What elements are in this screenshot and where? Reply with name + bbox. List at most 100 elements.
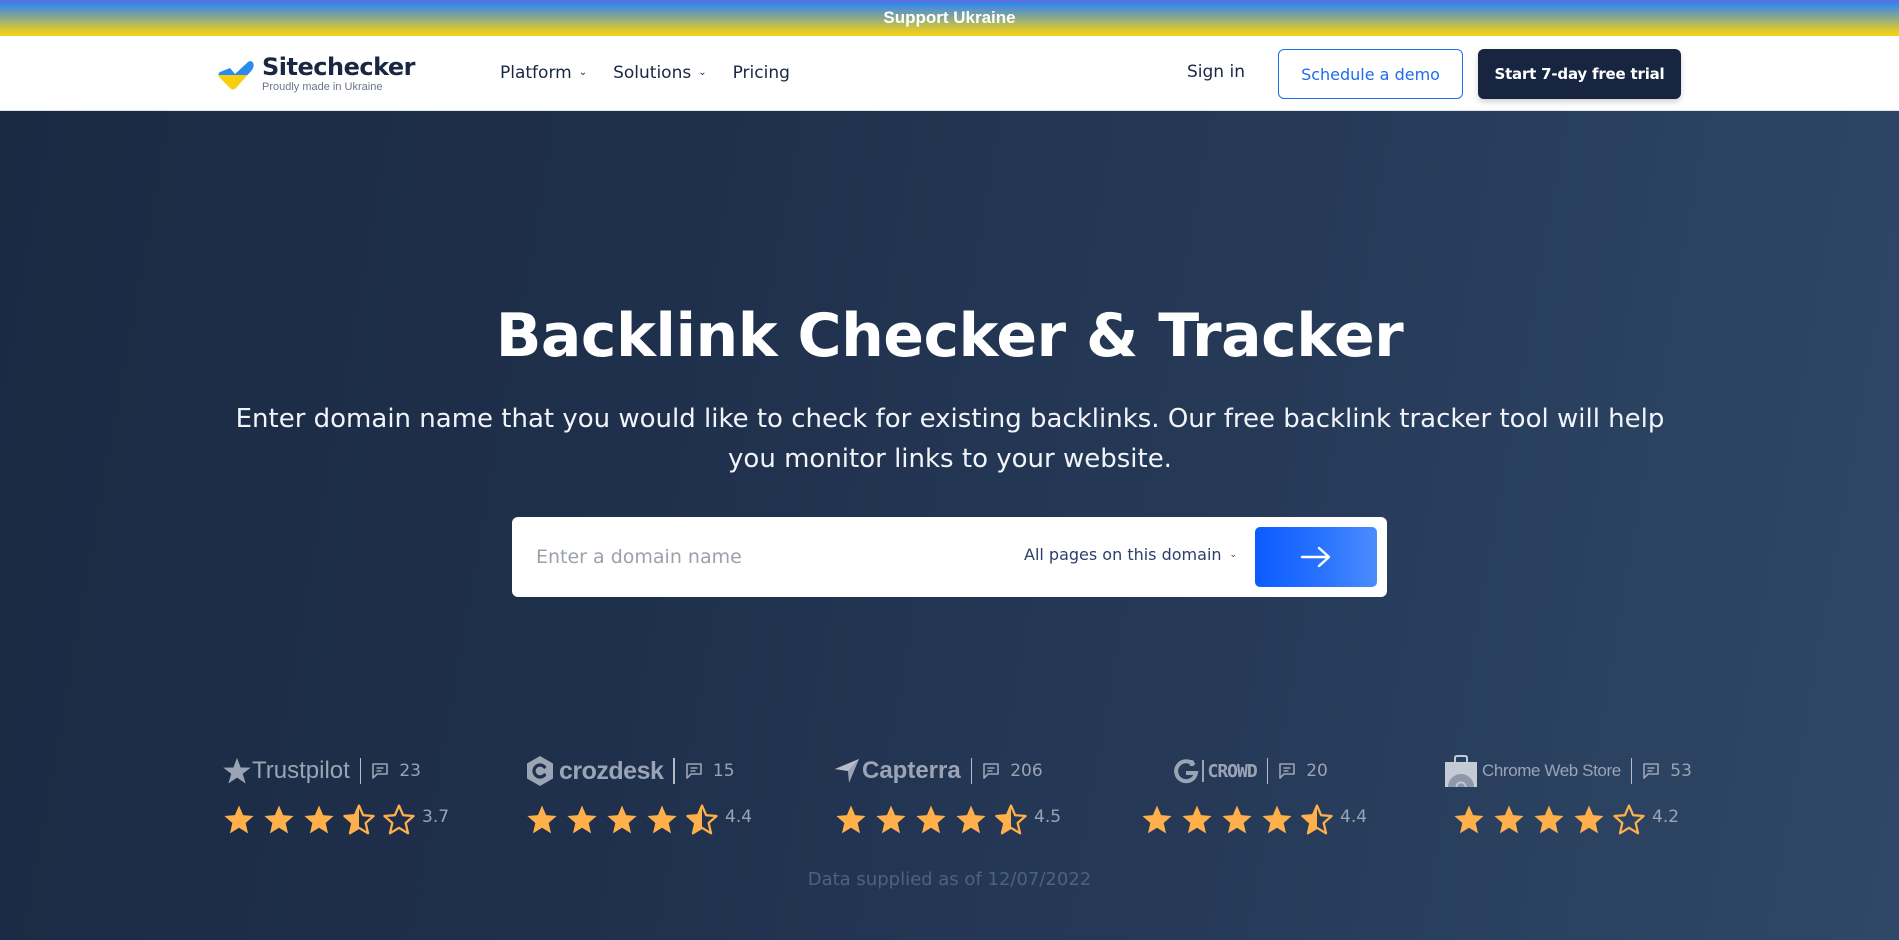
- arrow-right-icon: [1300, 546, 1331, 568]
- logo-name: Sitechecker: [262, 53, 416, 81]
- ratings-section: Trustpilot 23 3.7 crozdesk 15 4.4 Capter…: [0, 751, 1899, 861]
- nav-platform-label: Platform: [500, 63, 572, 83]
- brand-name: crozdesk: [559, 756, 664, 785]
- rating-score: 3.7: [422, 807, 450, 827]
- rating-capterra: Capterra 206 4.5: [834, 751, 1094, 861]
- sitechecker-logo[interactable]: Sitechecker Proudly made in Ukraine: [218, 53, 416, 93]
- brand-name: Trustpilot: [252, 757, 350, 784]
- nav-platform[interactable]: Platform ⌄: [500, 61, 587, 85]
- nav-pricing[interactable]: Pricing: [733, 61, 790, 85]
- star-full-icon: [647, 805, 677, 834]
- brand-name: Chrome Web Store: [1482, 761, 1621, 780]
- rating-trustpilot: Trustpilot 23 3.7: [222, 751, 482, 861]
- review-count-value: 53: [1670, 761, 1692, 781]
- data-supplied-note: Data supplied as of 12/07/2022: [807, 869, 1092, 890]
- trustpilot-star-icon: [223, 757, 251, 784]
- domain-search-form: All pages on this domain ⌄: [512, 517, 1387, 597]
- star-full-icon: [836, 805, 866, 834]
- star-empty-icon: [1613, 804, 1645, 835]
- star-full-icon: [876, 805, 906, 834]
- review-count[interactable]: 53: [1642, 761, 1692, 781]
- star-half-icon: [995, 804, 1027, 835]
- chevron-down-icon: ⌄: [578, 66, 588, 78]
- star-full-icon: [1494, 805, 1524, 834]
- review-count[interactable]: 206: [982, 761, 1043, 781]
- nav-solutions-label: Solutions: [613, 63, 692, 83]
- g2-crowd-link[interactable]: 2 CROWD: [1172, 757, 1258, 785]
- crozdesk-link[interactable]: crozdesk: [525, 755, 664, 787]
- page-title: Backlink Checker & Tracker: [495, 301, 1404, 371]
- hero-subtitle: Enter domain name that you would like to…: [235, 404, 1665, 474]
- review-count-value: 23: [399, 761, 421, 781]
- scope-selected-label: All pages on this domain: [1024, 545, 1222, 564]
- chrome-web-store-icon: [1445, 755, 1477, 787]
- rating-score: 4.5: [1034, 807, 1062, 827]
- star-full-icon: [1222, 805, 1252, 834]
- star-full-icon: [1182, 805, 1212, 834]
- star-full-icon: [607, 805, 637, 834]
- divider: [1630, 758, 1633, 784]
- capterra-link[interactable]: Capterra: [834, 757, 961, 785]
- svg-text:2: 2: [1189, 759, 1195, 768]
- search-submit-button[interactable]: [1255, 527, 1377, 587]
- star-rating: 3.7: [222, 803, 449, 837]
- main-nav: Platform ⌄ Solutions ⌄ Pricing: [500, 61, 816, 85]
- star-full-icon: [1534, 805, 1564, 834]
- star-full-icon: [1454, 805, 1484, 834]
- hero-section: Backlink Checker & Tracker Enter domain …: [0, 111, 1899, 940]
- trustpilot-link[interactable]: Trustpilot: [222, 756, 350, 786]
- rating-score: 4.2: [1652, 807, 1680, 827]
- star-full-icon: [567, 805, 597, 834]
- rating-g2-crowd: 2 CROWD 20 4.4: [1140, 751, 1400, 861]
- star-full-icon: [1574, 805, 1604, 834]
- star-full-icon: [956, 805, 986, 834]
- domain-input[interactable]: [536, 539, 976, 575]
- divider: [1266, 758, 1269, 784]
- support-ukraine-banner[interactable]: Support Ukraine: [0, 0, 1899, 36]
- review-count-value: 15: [712, 761, 735, 781]
- star-full-icon: [304, 805, 334, 834]
- star-rating: 4.4: [525, 803, 752, 837]
- support-ukraine-link[interactable]: Support Ukraine: [883, 8, 1015, 28]
- rating-score: 4.4: [1340, 807, 1368, 827]
- comment-icon: [983, 763, 1000, 779]
- schedule-demo-button[interactable]: Schedule a demo: [1278, 49, 1463, 99]
- chevron-down-icon: ⌄: [1229, 549, 1238, 560]
- comment-icon: [1279, 763, 1295, 779]
- comment-icon: [1643, 763, 1660, 779]
- star-rating: 4.2: [1452, 803, 1679, 837]
- star-full-icon: [527, 805, 557, 834]
- star-full-icon: [916, 805, 946, 834]
- brand-name: CROWD: [1207, 760, 1258, 782]
- comment-icon: [686, 763, 702, 779]
- review-count[interactable]: 20: [1278, 761, 1328, 781]
- nav-pricing-label: Pricing: [732, 63, 790, 83]
- review-count[interactable]: 15: [685, 761, 735, 781]
- chevron-down-icon: ⌄: [698, 66, 707, 78]
- heart-check-logo-icon: [218, 61, 254, 90]
- star-empty-icon: [383, 804, 415, 835]
- divider: [673, 758, 675, 784]
- sign-in-link[interactable]: Sign in: [1187, 62, 1245, 82]
- review-count-value: 20: [1306, 761, 1328, 781]
- nav-solutions[interactable]: Solutions ⌄: [613, 61, 707, 85]
- capterra-logo-icon: [835, 759, 859, 783]
- star-full-icon: [224, 805, 254, 834]
- brand-name: Capterra: [862, 757, 961, 784]
- scope-dropdown[interactable]: All pages on this domain ⌄: [1024, 545, 1237, 564]
- review-count-value: 206: [1010, 761, 1043, 781]
- star-half-icon: [343, 804, 375, 835]
- g2-logo-icon: 2: [1174, 759, 1199, 784]
- g2-logo-divider: [1202, 760, 1204, 782]
- divider: [359, 758, 362, 784]
- star-full-icon: [1262, 805, 1292, 834]
- star-half-icon: [686, 804, 718, 835]
- start-trial-button[interactable]: Start 7-day free trial: [1478, 49, 1681, 99]
- logo-tagline: Proudly made in Ukraine: [262, 81, 383, 93]
- comment-icon: [372, 763, 389, 779]
- rating-chrome-web-store: Chrome Web Store 53 4.2: [1444, 751, 1704, 861]
- review-count[interactable]: 23: [371, 761, 421, 781]
- chrome-web-store-link[interactable]: Chrome Web Store: [1444, 755, 1621, 787]
- divider: [970, 758, 973, 784]
- rating-crozdesk: crozdesk 15 4.4: [525, 751, 785, 861]
